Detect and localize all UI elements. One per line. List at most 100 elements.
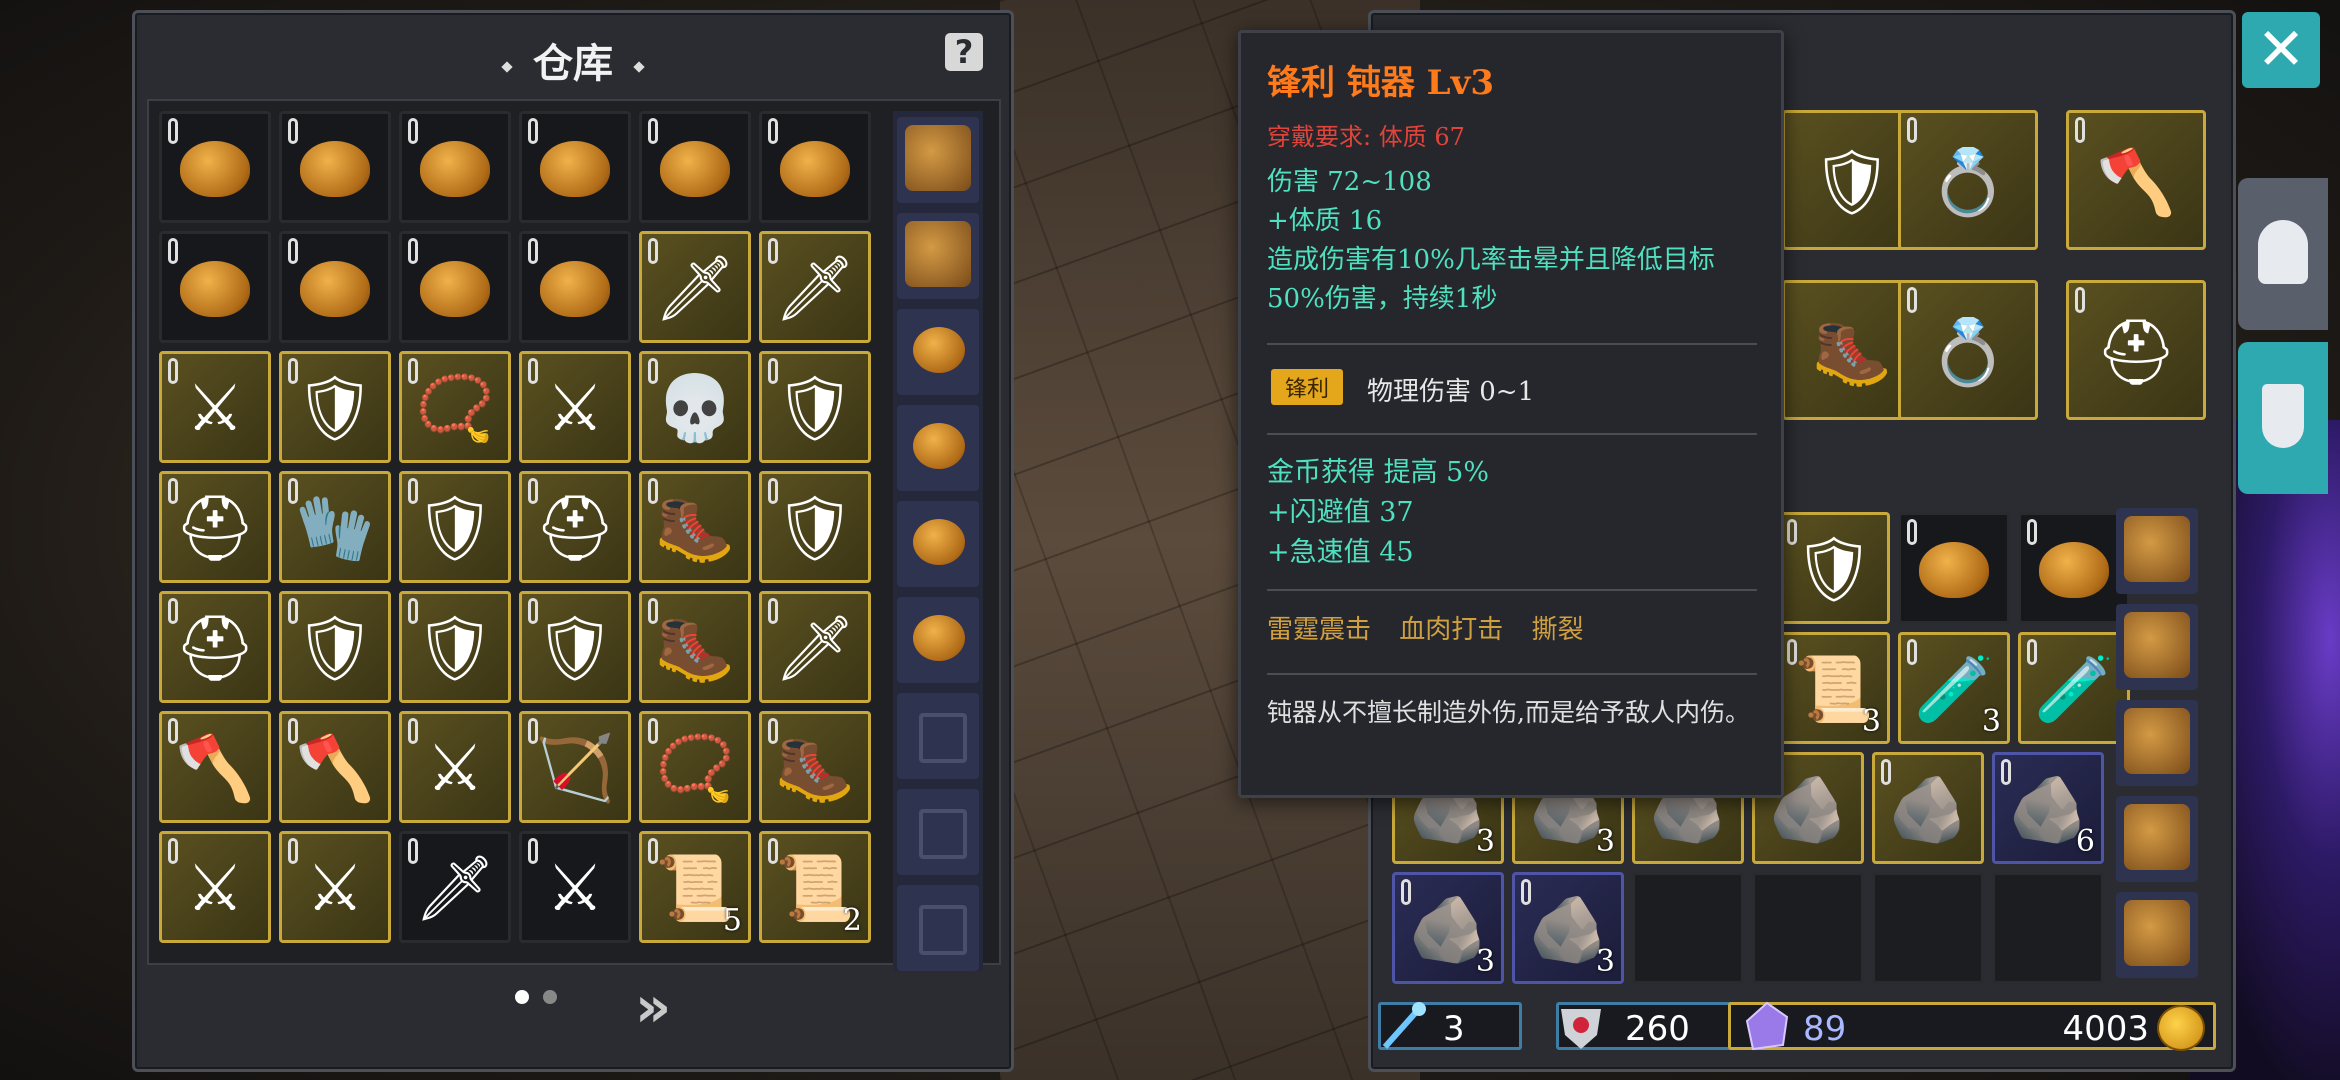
item-slot[interactable]: ⛑ xyxy=(159,591,271,703)
item-slot[interactable]: 📜 5 xyxy=(639,831,751,943)
bag-tab[interactable] xyxy=(897,597,979,683)
item-slot[interactable]: 📿 xyxy=(639,711,751,823)
item-slot[interactable]: 🪨 6 xyxy=(1992,752,2104,864)
bonus-haste: +急速值 45 xyxy=(1267,537,1414,568)
item-slot[interactable] xyxy=(1898,512,2010,624)
locked-bag-slot[interactable] xyxy=(897,693,979,779)
bag-tab[interactable] xyxy=(897,501,979,587)
item-slot[interactable]: 🧪 3 xyxy=(1898,632,2010,744)
item-slot[interactable]: ⚔ xyxy=(279,831,391,943)
item-slot[interactable]: 📜 3 xyxy=(1778,632,1890,744)
item-slot[interactable]: ⛑ xyxy=(159,471,271,583)
spear-icon: ⚔ xyxy=(186,372,244,447)
item-slot[interactable]: ⚔ xyxy=(519,351,631,463)
item-slot[interactable] xyxy=(519,231,631,343)
empty-slot[interactable] xyxy=(1872,872,1984,984)
bag-tab[interactable] xyxy=(897,117,979,203)
item-slot[interactable] xyxy=(279,231,391,343)
pouch-icon xyxy=(913,327,965,373)
affix-badge: 锋利 xyxy=(1271,369,1344,405)
sword-icon: 🗡 xyxy=(414,852,496,927)
item-slot[interactable]: ⚔ xyxy=(159,351,271,463)
page-dot[interactable] xyxy=(543,990,557,1004)
locked-bag-slot[interactable] xyxy=(897,789,979,875)
item-slot[interactable]: 🥾 xyxy=(759,711,871,823)
item-skills: 雷霆震击 血肉打击 撕裂 xyxy=(1267,615,1584,645)
item-slot[interactable]: 💍 xyxy=(1898,280,2038,420)
item-slot[interactable]: 🪓 xyxy=(159,711,271,823)
item-slot[interactable] xyxy=(519,111,631,223)
item-slot[interactable]: 🛡 xyxy=(519,591,631,703)
item-description: 钝器从不擅长制造外伤,而是给予敌人内伤。 xyxy=(1267,698,1750,727)
item-slot[interactable]: 🛡 xyxy=(279,351,391,463)
tab-weapons[interactable] xyxy=(2238,342,2328,494)
close-button[interactable]: ✕ xyxy=(2242,12,2320,88)
item-slot[interactable]: 🪓 xyxy=(279,711,391,823)
inventory-bag-tab[interactable] xyxy=(2116,604,2198,690)
locked-bag-slot[interactable] xyxy=(897,885,979,971)
bag-tab[interactable] xyxy=(897,405,979,491)
item-slot[interactable]: 🗡 xyxy=(759,591,871,703)
armor-icon: 🛡 xyxy=(414,492,496,567)
item-slot[interactable]: 💀 xyxy=(639,351,751,463)
bag-tab[interactable] xyxy=(897,213,979,299)
help-button[interactable]: ? xyxy=(945,33,983,71)
heart-shield-icon xyxy=(1561,1009,1601,1049)
spear-icon: ⚔ xyxy=(546,372,604,447)
item-slot[interactable] xyxy=(159,111,271,223)
item-slot[interactable]: ⛑ xyxy=(519,471,631,583)
item-slot[interactable]: 🗡 xyxy=(759,231,871,343)
item-slot[interactable] xyxy=(159,231,271,343)
item-slot[interactable]: 📿 xyxy=(399,351,511,463)
item-slot[interactable] xyxy=(759,111,871,223)
inventory-bag-tab[interactable] xyxy=(2116,508,2198,594)
item-slot[interactable]: 🪨 3 xyxy=(1512,872,1624,984)
bag-tab[interactable] xyxy=(897,309,979,395)
item-slot[interactable]: ⚔ xyxy=(399,711,511,823)
item-name: 锋利 钝器 Lv3 xyxy=(1267,63,1494,103)
crystal-icon xyxy=(1745,1001,1789,1051)
lock-icon xyxy=(408,118,418,144)
item-slot[interactable] xyxy=(2018,512,2130,624)
lock-icon xyxy=(528,118,538,144)
page-dot[interactable] xyxy=(515,990,529,1004)
item-slot[interactable]: ⚔ xyxy=(519,831,631,943)
item-slot[interactable] xyxy=(399,231,511,343)
item-slot[interactable]: 🛡 xyxy=(759,351,871,463)
item-slot[interactable]: 🗡 xyxy=(639,231,751,343)
next-page-button[interactable]: » xyxy=(635,975,671,1040)
empty-slot[interactable] xyxy=(1632,872,1744,984)
item-slot[interactable]: 🥾 xyxy=(639,591,751,703)
bag-icon xyxy=(2124,612,2190,678)
item-slot[interactable]: 🛡 xyxy=(759,471,871,583)
inventory-bag-tab[interactable] xyxy=(2116,796,2198,882)
lock-icon xyxy=(768,118,778,144)
item-slot[interactable]: 🛡 xyxy=(399,471,511,583)
empty-slot[interactable] xyxy=(1992,872,2104,984)
boot-icon: 🥾 xyxy=(775,732,855,807)
item-slot[interactable] xyxy=(639,111,751,223)
tab-armor[interactable] xyxy=(2238,178,2328,330)
item-slot[interactable]: 💍 xyxy=(1898,110,2038,250)
stat-constitution: +体质 16 xyxy=(1267,206,1383,236)
item-slot[interactable]: 🪨 3 xyxy=(1392,872,1504,984)
item-slot[interactable]: 🛡 xyxy=(1778,512,1890,624)
item-slot[interactable] xyxy=(399,111,511,223)
inventory-bag-tab[interactable] xyxy=(2116,700,2198,786)
item-slot[interactable]: 📜 2 xyxy=(759,831,871,943)
item-slot[interactable]: ⚔ xyxy=(159,831,271,943)
item-slot[interactable]: 🗡 xyxy=(399,831,511,943)
inventory-bag-tab[interactable] xyxy=(2116,892,2198,978)
item-slot[interactable]: 🥾 xyxy=(639,471,751,583)
item-slot[interactable]: 🛡 xyxy=(279,591,391,703)
empty-slot[interactable] xyxy=(1752,872,1864,984)
item-slot[interactable]: 🪨 xyxy=(1872,752,1984,864)
item-slot[interactable]: ⛑ xyxy=(2066,280,2206,420)
hearts-value: 260 xyxy=(1625,1009,1690,1049)
item-slot[interactable]: 🪓 xyxy=(2066,110,2206,250)
item-slot[interactable]: 🧤 xyxy=(279,471,391,583)
item-slot[interactable]: 🧪 xyxy=(2018,632,2130,744)
item-slot[interactable] xyxy=(279,111,391,223)
item-slot[interactable]: 🛡 xyxy=(399,591,511,703)
item-slot[interactable]: 🏹 xyxy=(519,711,631,823)
